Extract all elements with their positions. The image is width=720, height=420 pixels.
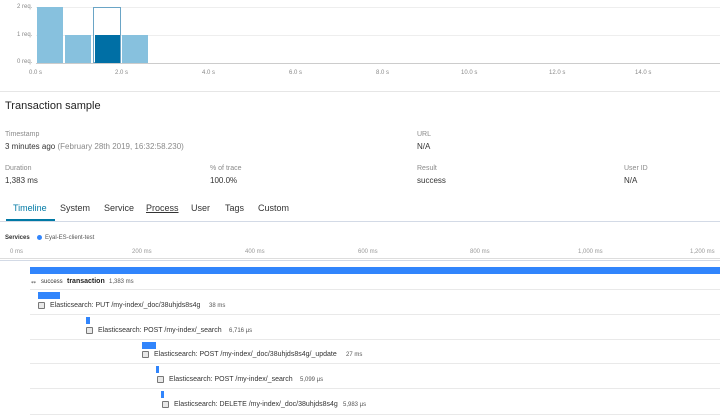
- section-title: Transaction sample: [5, 100, 101, 112]
- span-bar[interactable]: [156, 366, 159, 373]
- timestamp-relative: 3 minutes ago: [5, 142, 56, 151]
- histogram-x-label: 0.0 s: [29, 70, 43, 76]
- service-name: Eyal-ES-client-test: [45, 235, 95, 241]
- histogram-x-label: 6.0 s: [289, 70, 303, 76]
- histogram-y-label: 1 req.: [17, 32, 33, 38]
- pct-of-trace-value: 100.0%: [210, 176, 238, 185]
- histogram-bar-selected[interactable]: [95, 35, 120, 63]
- row-separator: [30, 388, 720, 389]
- span-duration: 6,716 µs: [229, 328, 253, 334]
- waterfall-top-border: [0, 260, 720, 261]
- span-name[interactable]: Elasticsearch: DELETE /my-index/_doc/38u…: [174, 401, 338, 408]
- time-axis-label: 200 ms: [132, 249, 152, 255]
- timestamp-detail: (February 28th 2019, 16:32:58.230): [57, 142, 184, 151]
- histogram-y-label: 0 req.: [17, 59, 33, 65]
- span-bar[interactable]: [142, 342, 156, 349]
- tab-custom[interactable]: Custom: [258, 203, 289, 213]
- span-name[interactable]: Elasticsearch: POST /my-index/_search: [98, 327, 222, 334]
- transaction-name[interactable]: transaction: [67, 278, 105, 285]
- row-separator: [30, 314, 720, 315]
- span-bar[interactable]: [86, 317, 90, 324]
- database-icon: [157, 376, 164, 383]
- timestamp-value: 3 minutes ago (February 28th 2019, 16:32…: [5, 142, 184, 151]
- result-value: success: [417, 176, 446, 185]
- database-icon: [162, 401, 169, 408]
- span-bar[interactable]: [161, 391, 164, 398]
- histogram-baseline: [36, 63, 720, 64]
- span-bar[interactable]: [38, 292, 60, 299]
- tab-system[interactable]: System: [60, 203, 90, 213]
- histogram-y-label: 2 req.: [17, 4, 33, 10]
- tab-user[interactable]: User: [191, 203, 210, 213]
- transaction-bar[interactable]: [30, 267, 720, 274]
- transaction-icon: ↭: [31, 280, 37, 286]
- timestamp-label: Timestamp: [5, 131, 40, 138]
- user-id-value: N/A: [624, 176, 638, 185]
- time-axis-label: 1,200 ms: [690, 249, 715, 255]
- tab-process[interactable]: Process: [146, 203, 179, 213]
- pct-of-trace-label: % of trace: [210, 165, 242, 172]
- time-axis-label: 1,000 ms: [578, 249, 603, 255]
- time-axis-label: 600 ms: [358, 249, 378, 255]
- result-label: Result: [417, 165, 437, 172]
- histogram-bar[interactable]: [65, 35, 91, 63]
- span-name[interactable]: Elasticsearch: POST /my-index/_doc/38uhj…: [154, 351, 337, 358]
- span-duration: 5,099 µs: [300, 377, 324, 383]
- tab-timeline[interactable]: Timeline: [13, 203, 47, 213]
- tab-service[interactable]: Service: [104, 203, 134, 213]
- span-name[interactable]: Elasticsearch: POST /my-index/_search: [169, 376, 293, 383]
- section-divider: [0, 91, 720, 92]
- span-name[interactable]: Elasticsearch: PUT /my-index/_doc/38uhjd…: [50, 302, 200, 309]
- url-value: N/A: [417, 142, 431, 151]
- time-axis-label: 800 ms: [470, 249, 490, 255]
- span-duration: 5,983 µs: [343, 402, 367, 408]
- duration-value: 1,383 ms: [5, 176, 38, 185]
- timeline-axis-line: [0, 258, 720, 259]
- detail-tabs: Timeline System Service Process User Tag…: [0, 198, 720, 222]
- transaction-duration: 1,383 ms: [109, 279, 134, 285]
- row-separator: [30, 289, 720, 290]
- histogram-bar[interactable]: [37, 7, 63, 63]
- histogram-x-label: 4.0 s: [202, 70, 216, 76]
- duration-histogram: 2 req. 1 req. 0 req. 0.0 s 2.0 s 4.0 s 6…: [0, 0, 720, 90]
- histogram-gridline: [36, 7, 720, 8]
- row-separator: [30, 414, 720, 415]
- database-icon: [86, 327, 93, 334]
- service-color-dot: [37, 235, 42, 240]
- database-icon: [142, 351, 149, 358]
- histogram-bar[interactable]: [122, 35, 148, 63]
- span-duration: 27 ms: [346, 352, 363, 358]
- histogram-x-label: 8.0 s: [376, 70, 390, 76]
- url-label: URL: [417, 131, 432, 138]
- time-axis-label: 400 ms: [245, 249, 265, 255]
- row-separator: [30, 339, 720, 340]
- duration-label: Duration: [5, 165, 32, 172]
- span-duration: 38 ms: [209, 303, 226, 309]
- active-tab-indicator: [6, 219, 55, 221]
- transaction-result: success: [41, 279, 63, 285]
- histogram-x-label: 2.0 s: [115, 70, 129, 76]
- user-id-label: User ID: [624, 165, 648, 172]
- tab-tags[interactable]: Tags: [225, 203, 244, 213]
- time-axis-label: 0 ms: [10, 249, 24, 255]
- services-label: Services: [5, 235, 30, 241]
- histogram-x-label: 14.0 s: [635, 70, 652, 76]
- row-separator: [30, 363, 720, 364]
- histogram-x-label: 12.0 s: [549, 70, 566, 76]
- histogram-x-label: 10.0 s: [461, 70, 478, 76]
- database-icon: [38, 302, 45, 309]
